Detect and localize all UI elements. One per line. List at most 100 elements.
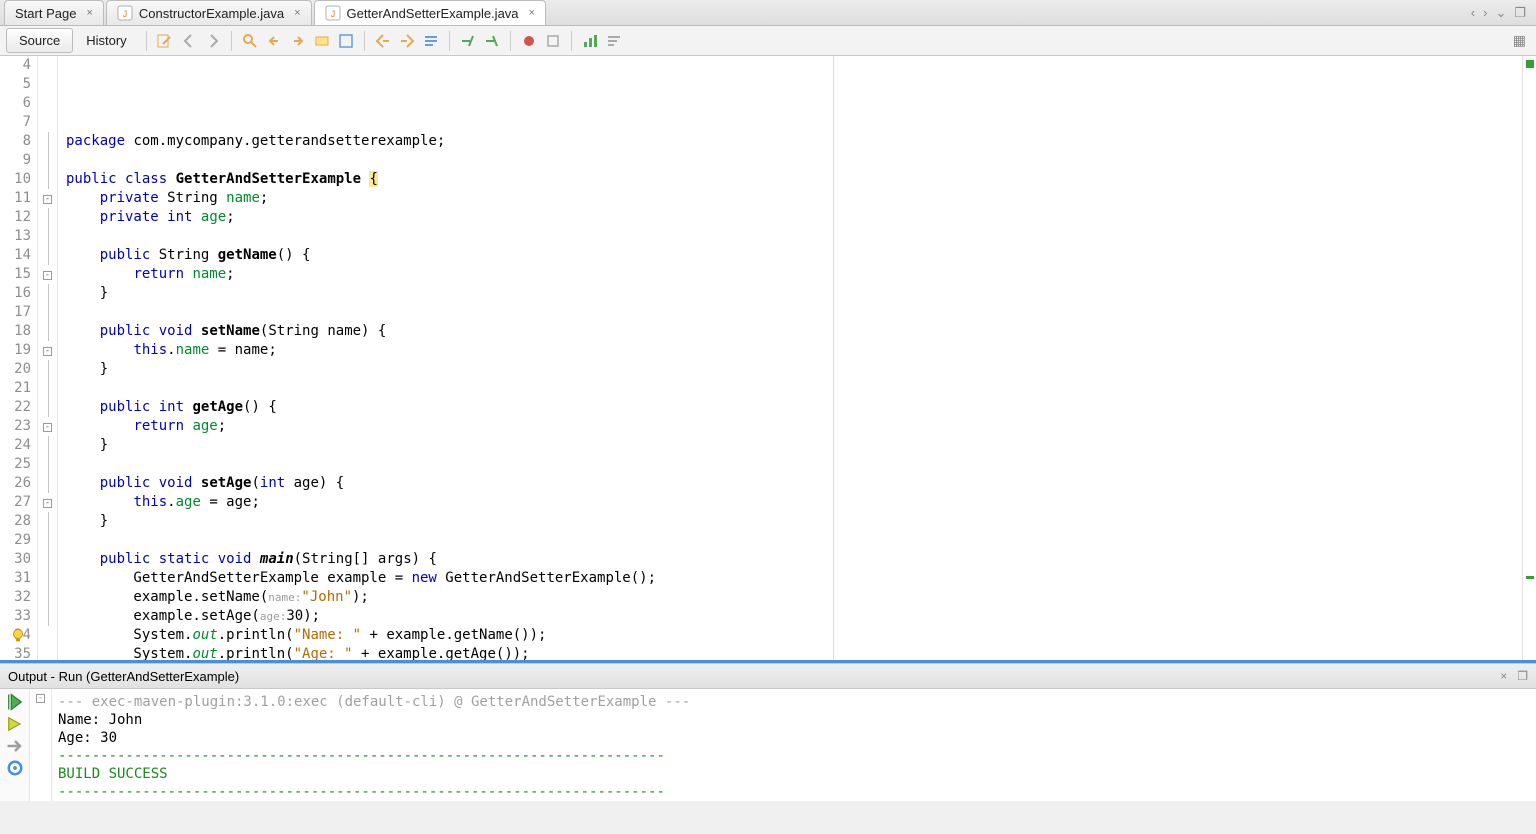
bar-chart-icon[interactable] [580, 31, 600, 51]
code-line[interactable]: public String getName() { [66, 246, 1536, 265]
code-line[interactable]: } [66, 512, 1536, 531]
toolbar-separator [571, 31, 572, 51]
rerun-icon[interactable] [5, 693, 25, 711]
line-number: 26 [0, 474, 31, 493]
code-line[interactable] [66, 379, 1536, 398]
tabrow-right-icon[interactable]: › [1483, 5, 1487, 20]
code-line[interactable]: public static void main(String[] args) { [66, 550, 1536, 569]
output-fold-gutter[interactable]: - [30, 689, 52, 801]
toggle-rect-icon[interactable] [336, 31, 356, 51]
output-panel: - --- exec-maven-plugin:3.1.0:exec (defa… [0, 689, 1536, 801]
line-number: 15 [0, 265, 31, 284]
file-tab-label: ConstructorExample.java [139, 6, 284, 21]
output-line: --- exec-maven-plugin:3.1.0:exec (defaul… [58, 693, 1536, 711]
split-window-icon[interactable]: ▦ [1513, 32, 1536, 49]
code-line[interactable] [66, 151, 1536, 170]
history-tab[interactable]: History [73, 28, 139, 53]
close-tab-icon[interactable]: × [294, 7, 300, 19]
line-number: 11 [0, 189, 31, 208]
toolbar-separator [146, 31, 147, 51]
code-line[interactable]: private String name; [66, 189, 1536, 208]
code-line[interactable]: return name; [66, 265, 1536, 284]
code-line[interactable]: public int getAge() { [66, 398, 1536, 417]
reformat-icon[interactable] [421, 31, 441, 51]
code-line[interactable]: private int age; [66, 208, 1536, 227]
fold-gutter[interactable]: - - - - - [38, 56, 58, 660]
file-tab-0[interactable]: Start Page× [4, 0, 104, 25]
close-tab-icon[interactable]: × [86, 7, 92, 19]
code-line[interactable]: GetterAndSetterExample example = new Get… [66, 569, 1536, 588]
shift-left-icon[interactable] [373, 31, 393, 51]
code-line[interactable]: public void setName(String name) { [66, 322, 1536, 341]
code-line[interactable] [66, 113, 1536, 132]
line-number: 29 [0, 531, 31, 550]
forward-icon[interactable] [203, 31, 223, 51]
code-line[interactable]: this.name = name; [66, 341, 1536, 360]
file-tab-1[interactable]: JConstructorExample.java× [106, 0, 312, 25]
code-line[interactable]: public class GetterAndSetterExample { [66, 170, 1536, 189]
fold-toggle-icon[interactable]: - [43, 195, 52, 204]
next-error-icon[interactable] [5, 737, 25, 755]
sort-icon[interactable] [604, 31, 624, 51]
code-line[interactable]: package com.mycompany.getterandsetterexa… [66, 132, 1536, 151]
error-stripe[interactable] [1522, 56, 1536, 660]
code-line[interactable] [66, 531, 1536, 550]
code-line[interactable]: } [66, 284, 1536, 303]
fold-cell [38, 531, 57, 550]
highlight-icon[interactable] [312, 31, 332, 51]
code-line[interactable]: this.age = age; [66, 493, 1536, 512]
line-number: 33 [0, 607, 31, 626]
code-line[interactable] [66, 455, 1536, 474]
settings-icon[interactable] [5, 759, 25, 777]
uncomment-icon[interactable] [482, 31, 502, 51]
fold-cell [38, 322, 57, 341]
code-body[interactable]: package com.mycompany.getterandsetterexa… [58, 56, 1536, 660]
line-number: 24 [0, 436, 31, 455]
output-text[interactable]: --- exec-maven-plugin:3.1.0:exec (defaul… [52, 689, 1536, 801]
code-line[interactable]: System.out.println("Age: " + example.get… [66, 645, 1536, 660]
last-edit-icon[interactable] [155, 31, 175, 51]
source-tab[interactable]: Source [6, 28, 73, 53]
fold-cell: - [38, 493, 57, 512]
code-line[interactable]: example.setAge(age:30); [66, 607, 1536, 626]
error-stripe-mark[interactable] [1526, 576, 1534, 579]
fold-toggle-icon[interactable]: - [43, 347, 52, 356]
code-editor[interactable]: 4567891011121314151617181920212223242526… [0, 56, 1536, 660]
code-line[interactable]: example.setName(name:"John"); [66, 588, 1536, 607]
output-maximize-icon[interactable]: ❐ [1517, 669, 1528, 683]
fold-toggle-icon[interactable]: - [43, 271, 52, 280]
run-again-icon[interactable] [5, 715, 25, 733]
code-line[interactable]: System.out.println("Name: " + example.ge… [66, 626, 1536, 645]
tabrow-down-icon[interactable]: ⌄ [1495, 5, 1506, 21]
next-icon[interactable] [288, 31, 308, 51]
close-tab-icon[interactable]: × [529, 7, 535, 19]
file-tab-2[interactable]: JGetterAndSetterExample.java× [314, 0, 546, 25]
line-number: 18 [0, 322, 31, 341]
output-close-icon[interactable]: × [1500, 669, 1507, 683]
comment-icon[interactable] [458, 31, 478, 51]
prev-icon[interactable] [264, 31, 284, 51]
tabrow-left-icon[interactable]: ‹ [1471, 5, 1475, 20]
toolbar-separator [364, 31, 365, 51]
code-line[interactable]: } [66, 436, 1536, 455]
output-line: Name: John [58, 711, 1536, 729]
fold-toggle-icon[interactable]: - [43, 499, 52, 508]
stop-macro-icon[interactable] [543, 31, 563, 51]
code-line[interactable] [66, 303, 1536, 322]
shift-right-icon[interactable] [397, 31, 417, 51]
code-line[interactable]: public void setAge(int age) { [66, 474, 1536, 493]
code-line[interactable] [66, 227, 1536, 246]
back-icon[interactable] [179, 31, 199, 51]
svg-text:J: J [330, 9, 335, 19]
lightbulb-hint-icon[interactable] [10, 628, 26, 644]
find-sel-icon[interactable] [240, 31, 260, 51]
output-title-bar: Output - Run (GetterAndSetterExample) × … [0, 663, 1536, 689]
code-line[interactable]: return age; [66, 417, 1536, 436]
fold-toggle-icon[interactable]: - [43, 423, 52, 432]
fold-cell [38, 132, 57, 151]
code-line[interactable]: } [66, 360, 1536, 379]
fold-cell [38, 512, 57, 531]
editor-toolbar: Source History ▦ [0, 26, 1536, 56]
record-macro-icon[interactable] [519, 31, 539, 51]
tabrow-max-icon[interactable]: ❐ [1514, 5, 1526, 21]
